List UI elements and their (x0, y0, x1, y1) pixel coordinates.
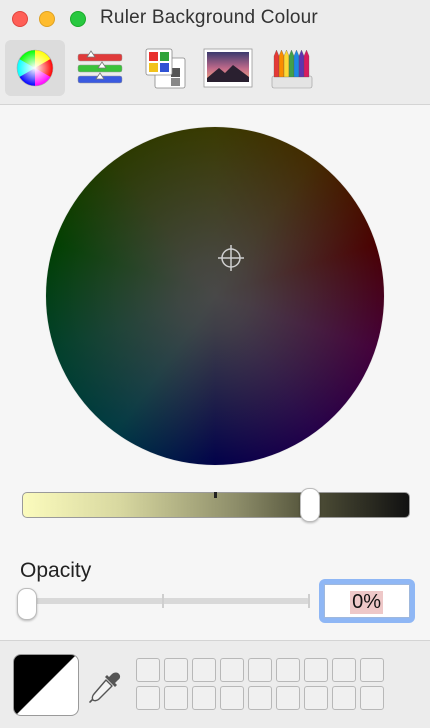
saved-swatch[interactable] (276, 658, 300, 682)
saved-swatch[interactable] (276, 686, 300, 710)
saved-swatch[interactable] (164, 658, 188, 682)
saved-swatch[interactable] (136, 686, 160, 710)
saved-swatch[interactable] (136, 658, 160, 682)
saved-swatch[interactable] (304, 658, 328, 682)
color-picker-crosshair-icon[interactable] (217, 244, 245, 272)
opacity-value[interactable]: 0% (350, 591, 383, 614)
pencils-icon (271, 49, 313, 89)
opacity-slider-tick (308, 594, 310, 608)
saved-swatch[interactable] (360, 658, 384, 682)
tab-color-palettes[interactable] (135, 40, 195, 96)
color-wheel[interactable] (46, 127, 384, 465)
saved-swatch[interactable] (360, 686, 384, 710)
image-palettes-icon (203, 48, 253, 88)
color-palettes-icon (145, 48, 186, 89)
tab-pencils[interactable] (262, 40, 322, 96)
eyedropper-icon[interactable] (88, 670, 122, 704)
saved-swatch[interactable] (332, 658, 356, 682)
brightness-slider-knob[interactable] (300, 488, 320, 522)
opacity-label: Opacity (20, 559, 92, 582)
opacity-slider[interactable] (24, 598, 310, 604)
color-sliders-icon (77, 50, 123, 84)
minimize-button[interactable] (39, 11, 55, 27)
close-button[interactable] (12, 11, 28, 27)
saved-swatch[interactable] (220, 658, 244, 682)
saved-swatch[interactable] (248, 658, 272, 682)
saved-swatch[interactable] (248, 686, 272, 710)
saved-swatch[interactable] (192, 686, 216, 710)
brightness-default-tick (214, 492, 217, 498)
toolbar (0, 38, 430, 104)
saved-swatch[interactable] (164, 686, 188, 710)
saved-swatch[interactable] (192, 658, 216, 682)
current-color-swatch[interactable] (13, 654, 79, 716)
bottom-divider (0, 640, 430, 641)
saved-swatch[interactable] (304, 686, 328, 710)
color-wheel-icon (16, 49, 54, 87)
saved-swatch[interactable] (332, 686, 356, 710)
tab-color-wheel[interactable] (5, 40, 65, 96)
saved-swatch[interactable] (220, 686, 244, 710)
window-title: Ruler Background Colour (100, 7, 318, 28)
title-bar: Ruler Background Colour (0, 0, 430, 38)
tab-color-sliders[interactable] (70, 40, 130, 96)
opacity-slider-tick (162, 594, 164, 608)
opacity-slider-knob[interactable] (17, 588, 37, 620)
tab-image-palettes[interactable] (198, 40, 258, 96)
zoom-button[interactable] (70, 11, 86, 27)
opacity-field[interactable]: 0% (324, 584, 410, 618)
